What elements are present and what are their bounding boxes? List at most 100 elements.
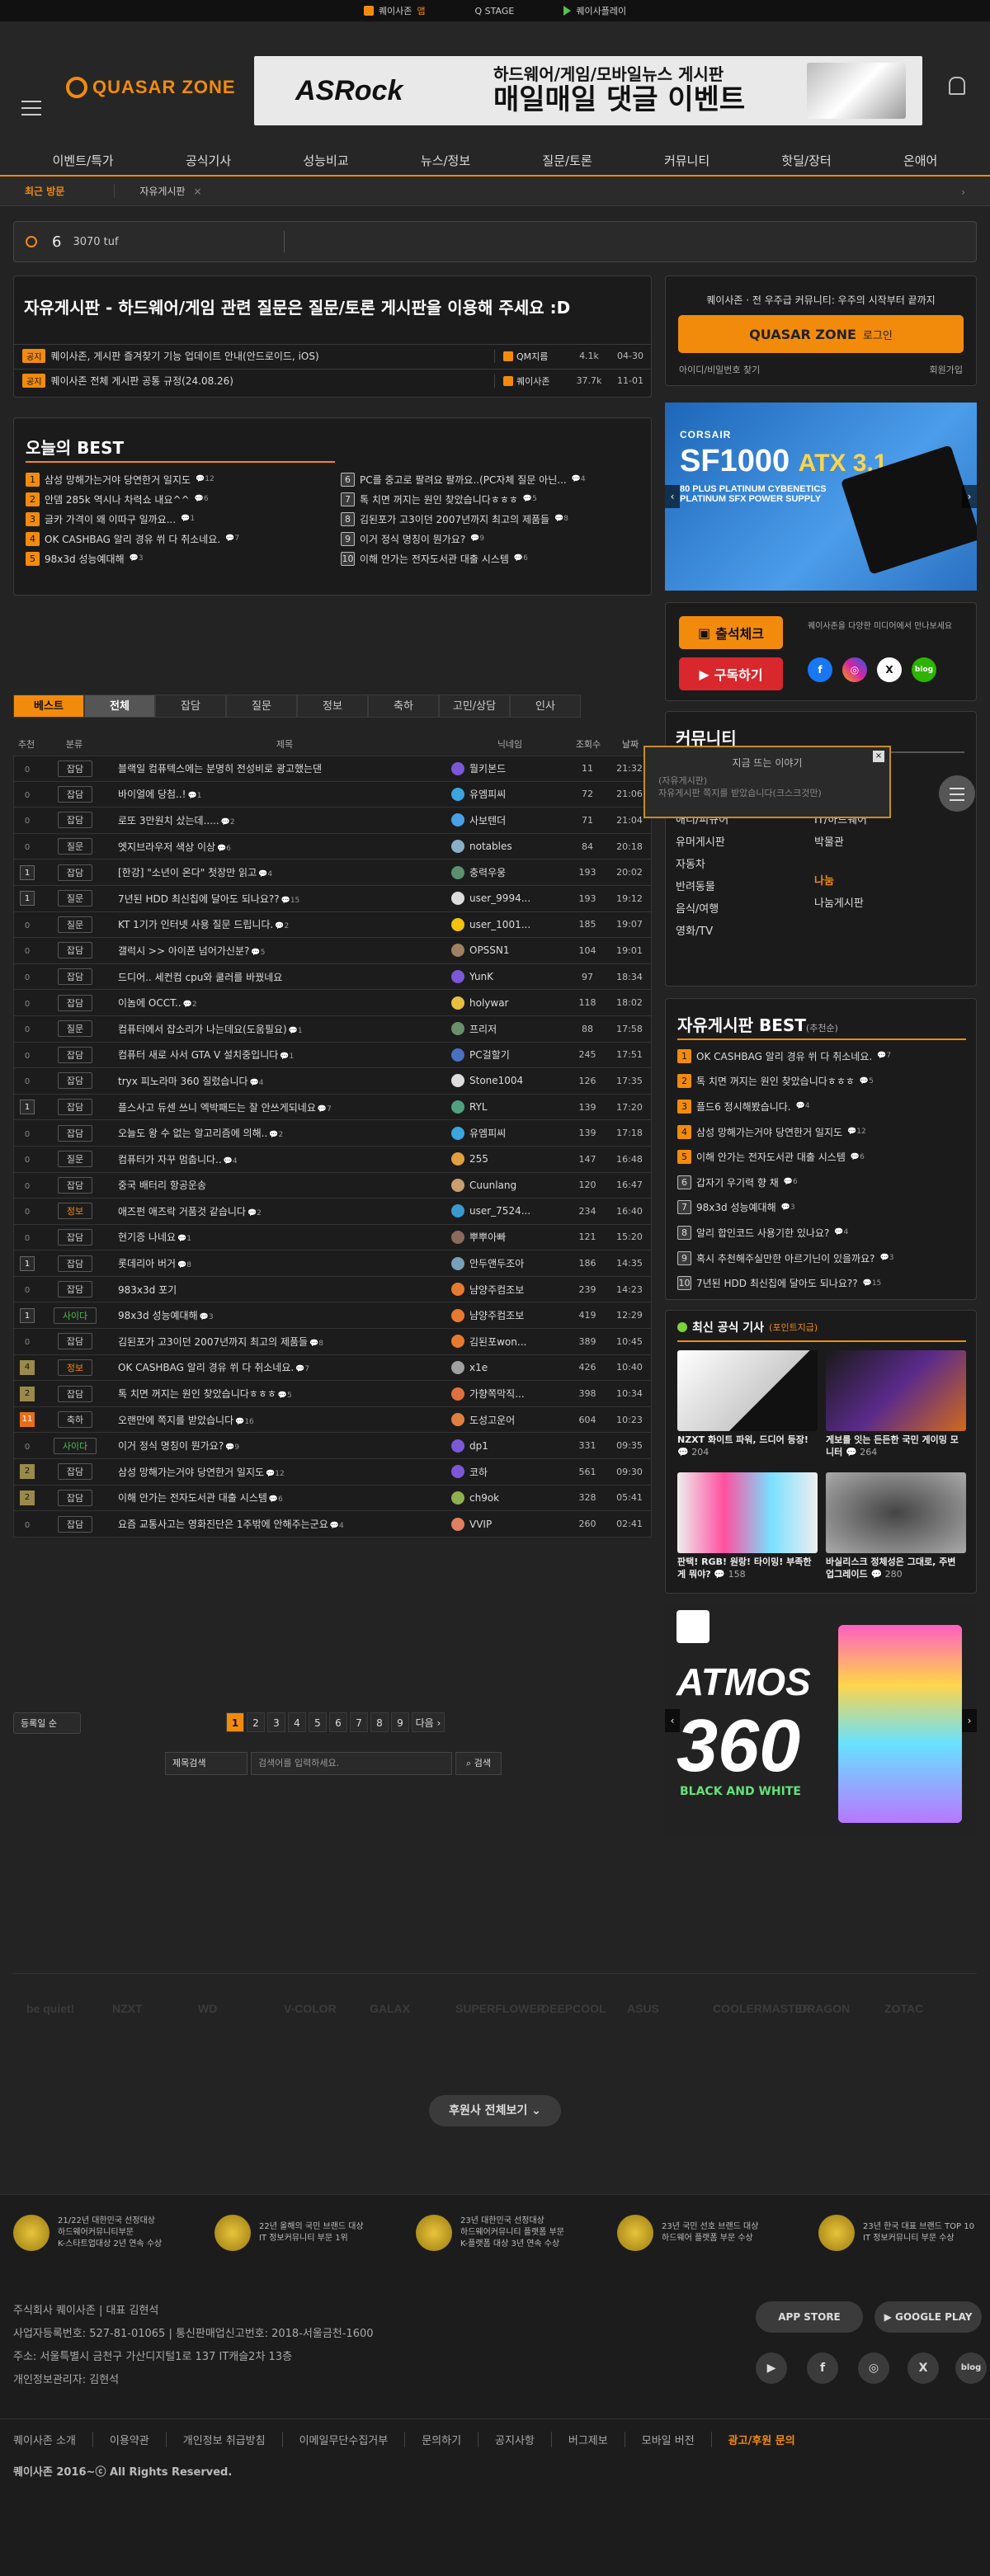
post-title[interactable]: 갤럭시 >> 아이폰 넘어가신분? 💬5 [110, 944, 451, 958]
post-author[interactable]: 충력우웅 [451, 865, 567, 879]
post-author[interactable]: 냠양주컴조보 [451, 1308, 567, 1322]
post-title[interactable]: 로또 3만원치 샀는데..... 💬2 [110, 813, 451, 827]
best-item[interactable]: 3 글카 가격이 왜 이따구 일까요... 💬1 [26, 509, 331, 529]
best-item-title[interactable]: 톡 치면 꺼지는 원인 찾았습니다ㅎㅎㅎ [696, 1074, 855, 1088]
x-icon[interactable]: X [877, 657, 902, 682]
search-type-select[interactable]: 제목검색 [165, 1752, 248, 1775]
post-title[interactable]: tryx 피노라마 360 질렀습니다 💬4 [110, 1074, 451, 1088]
best-item[interactable]: 8 김된포가 고3이던 2007년까지 최고의 제품들 💬8 [341, 509, 646, 529]
page-4[interactable]: 4 [288, 1712, 306, 1732]
best-item[interactable]: 1 삼성 망해가는거야 당연한거 일지도 💬12 [26, 469, 331, 489]
news-item[interactable]: 판택! RGB! 원랑! 타이밍! 부족한게 뭐야? 💬 158 [677, 1472, 818, 1581]
post-author[interactable]: 사보텐더 [451, 813, 567, 827]
post-title[interactable]: 이놈에 OCCT.. 💬2 [110, 996, 451, 1010]
category-badge[interactable]: 질문 [57, 1151, 93, 1168]
table-row[interactable]: 0 사이다 이거 정식 명칭이 뭔가요? 💬9 dp1 331 09:35 [13, 1433, 652, 1460]
youtube-icon[interactable]: ▶ [756, 2352, 787, 2384]
best-item-title[interactable]: 안뎀 285k 역시나 차력쇼 내요^^ [45, 492, 190, 506]
chevron-right-icon[interactable]: › [962, 1709, 977, 1732]
post-author[interactable]: 프리저 [451, 1022, 567, 1036]
best-item-title[interactable]: 98x3d 성능예대해 [45, 552, 125, 566]
tab-congrats[interactable]: 축하 [368, 695, 439, 718]
post-author[interactable]: RYL [451, 1100, 567, 1114]
table-row[interactable]: 0 질문 컴퓨터에서 잡소리가 나는데요(도움필요) 💬1 프리저 88 17:58 [13, 1015, 652, 1043]
topbar-qstage[interactable]: Q STAGE [475, 6, 515, 16]
post-title[interactable]: 7년된 HDD 최신칩에 달아도 되나요?? 💬15 [110, 892, 451, 906]
post-title[interactable]: 컴퓨터가 자꾸 멈춥니다.. 💬4 [110, 1152, 451, 1166]
table-row[interactable]: 2 잡담 이해 안가는 전자도서관 대출 시스템 💬6 ch9ok 328 05:41 [13, 1485, 652, 1512]
next-page-button[interactable]: 다음 › [412, 1712, 445, 1732]
x-icon[interactable]: X [908, 2352, 939, 2384]
nav-community[interactable]: 커뮤니티 [664, 152, 710, 169]
post-title[interactable]: 중국 배터리 항공운송 [110, 1178, 451, 1192]
blog-icon[interactable]: blog [912, 657, 936, 682]
community-link[interactable]: 나눔게시판 [814, 892, 871, 915]
table-row[interactable]: 0 질문 KT 1기가 인터넷 사용 질문 드립니다. 💬2 user_1001... 1… [13, 911, 652, 939]
post-title[interactable]: 이거 정식 명칭이 뭔가요? 💬9 [110, 1439, 451, 1453]
post-author[interactable]: Stone1004 [451, 1074, 567, 1088]
table-row[interactable]: 0 잡담 블랙일 컴퓨텍스에는 분명히 전성비로 광고했는댄 뭘키본드 11 21:32 [13, 756, 652, 782]
tab-question[interactable]: 질문 [226, 695, 297, 718]
post-title[interactable]: 김된포가 고3이던 2007년까지 최고의 제품들 💬8 [110, 1335, 451, 1349]
chevron-right-icon[interactable]: › [962, 485, 977, 508]
header-banner-ad[interactable]: ASRock 하드웨어/게임/모바일뉴스 게시판 매일매일 댓글 이벤트 [254, 56, 922, 125]
table-row[interactable]: 0 정보 애즈펀 애즈락 거품것 같습니다 💬2 user_7524... 234 16:4… [13, 1199, 652, 1225]
tab-all[interactable]: 전체 [84, 695, 155, 718]
sponsor-logo[interactable]: DRAGON [799, 2002, 850, 2015]
nav-onair[interactable]: 온애어 [903, 152, 937, 169]
community-link[interactable]: 반려동물 [676, 876, 728, 898]
post-author[interactable]: 안두앤두조아 [451, 1256, 567, 1270]
best-item-title[interactable]: 98x3d 성능예대해 [696, 1200, 776, 1214]
category-badge[interactable]: 잡담 [57, 1281, 93, 1298]
table-row[interactable]: 2 잡담 삼성 망해가는거야 당연한거 일지도 💬12 코하 561 09:30 [13, 1459, 652, 1486]
best-item-title[interactable]: OK CASHBAG 알리 경유 쒸 다 취소네요. [45, 532, 220, 546]
post-title[interactable]: 오늘도 왕 수 없는 알고리즘에 의해.. 💬2 [110, 1126, 451, 1140]
category-badge[interactable]: 잡담 [57, 1072, 93, 1090]
post-author[interactable]: 코하 [451, 1465, 567, 1479]
category-badge[interactable]: 잡담 [57, 1489, 93, 1506]
sponsor-logo[interactable]: be quiet! [26, 2002, 74, 2015]
post-title[interactable]: 983x3d 포기 [110, 1283, 451, 1297]
best-item[interactable]: 8 알리 합인코드 사용기한 있나요? 💬4 [677, 1220, 966, 1246]
menu-icon[interactable] [21, 101, 41, 120]
app-store-button[interactable]: APP STORE [756, 2301, 863, 2333]
best-item-title[interactable]: 이해 안가는 전자도서관 대출 시스템 [696, 1150, 846, 1164]
board-search-input[interactable]: 검색어를 입력하세요. [251, 1752, 452, 1775]
notice-row[interactable]: 공지 퀘이사존 전체 게시판 공통 규정(24.08.26) 퀘이사존 37.7… [14, 369, 651, 392]
post-author[interactable]: 유엠피씨 [451, 787, 567, 801]
topbar-quasarzone[interactable]: 퀘이사존 앱 [363, 4, 426, 17]
best-item[interactable]: 1 OK CASHBAG 알리 경유 쒸 다 취소네요. 💬7 [677, 1043, 966, 1069]
nav-official[interactable]: 공식기사 [186, 152, 231, 169]
best-item[interactable]: 2 안뎀 285k 역시나 차력쇼 내요^^ 💬6 [26, 489, 331, 509]
facebook-icon[interactable]: f [807, 2352, 838, 2384]
post-author[interactable]: PC걸할기 [451, 1048, 567, 1062]
page-2[interactable]: 2 [247, 1712, 265, 1732]
page-9[interactable]: 9 [391, 1712, 409, 1732]
chevron-left-icon[interactable]: ‹ [665, 1709, 680, 1732]
nav-event[interactable]: 이벤트/특가 [53, 152, 114, 169]
community-link[interactable]: 자동차 [676, 854, 728, 876]
tab-info[interactable]: 정보 [297, 695, 368, 718]
search-trending-keyword[interactable]: 3070 tuf [73, 236, 118, 248]
category-badge[interactable]: 잡담 [57, 1124, 93, 1142]
category-badge[interactable]: 잡담 [57, 1228, 93, 1246]
category-badge[interactable]: 정보 [57, 1203, 93, 1220]
sponsor-logo[interactable]: V-COLOR [284, 2002, 337, 2015]
find-account-link[interactable]: 아이디/비밀번호 찾기 [679, 363, 760, 376]
news-item[interactable]: NZXT 화이트 파워, 드디어 등장! 💬 204 [677, 1350, 818, 1459]
bell-icon[interactable] [949, 77, 965, 95]
nav-hotdeal[interactable]: 핫딜/장터 [781, 152, 831, 169]
page-6[interactable]: 6 [329, 1712, 347, 1732]
sponsor-logo[interactable]: ZOTAC [884, 2002, 923, 2015]
sponsor-logo[interactable]: SUPERFLOWER [455, 2002, 545, 2015]
table-row[interactable]: 0 잡담 바이얼에 당첨..! 💬1 유엠피씨 72 21:06 [13, 781, 652, 808]
post-author[interactable]: YunK [451, 970, 567, 984]
sponsor-logo[interactable]: DEEPCOOL [541, 2002, 606, 2015]
category-badge[interactable]: 잡담 [57, 785, 93, 803]
close-icon[interactable]: × [873, 751, 884, 762]
table-row[interactable]: 0 잡담 현기증 나네요 💬1 뿌뿌아빠 121 15:20 [13, 1224, 652, 1251]
chevron-left-icon[interactable]: ‹ [665, 485, 680, 508]
category-badge[interactable]: 정보 [57, 1359, 93, 1376]
post-author[interactable]: 도성고운어 [451, 1413, 567, 1427]
category-badge[interactable]: 잡담 [57, 1046, 93, 1063]
